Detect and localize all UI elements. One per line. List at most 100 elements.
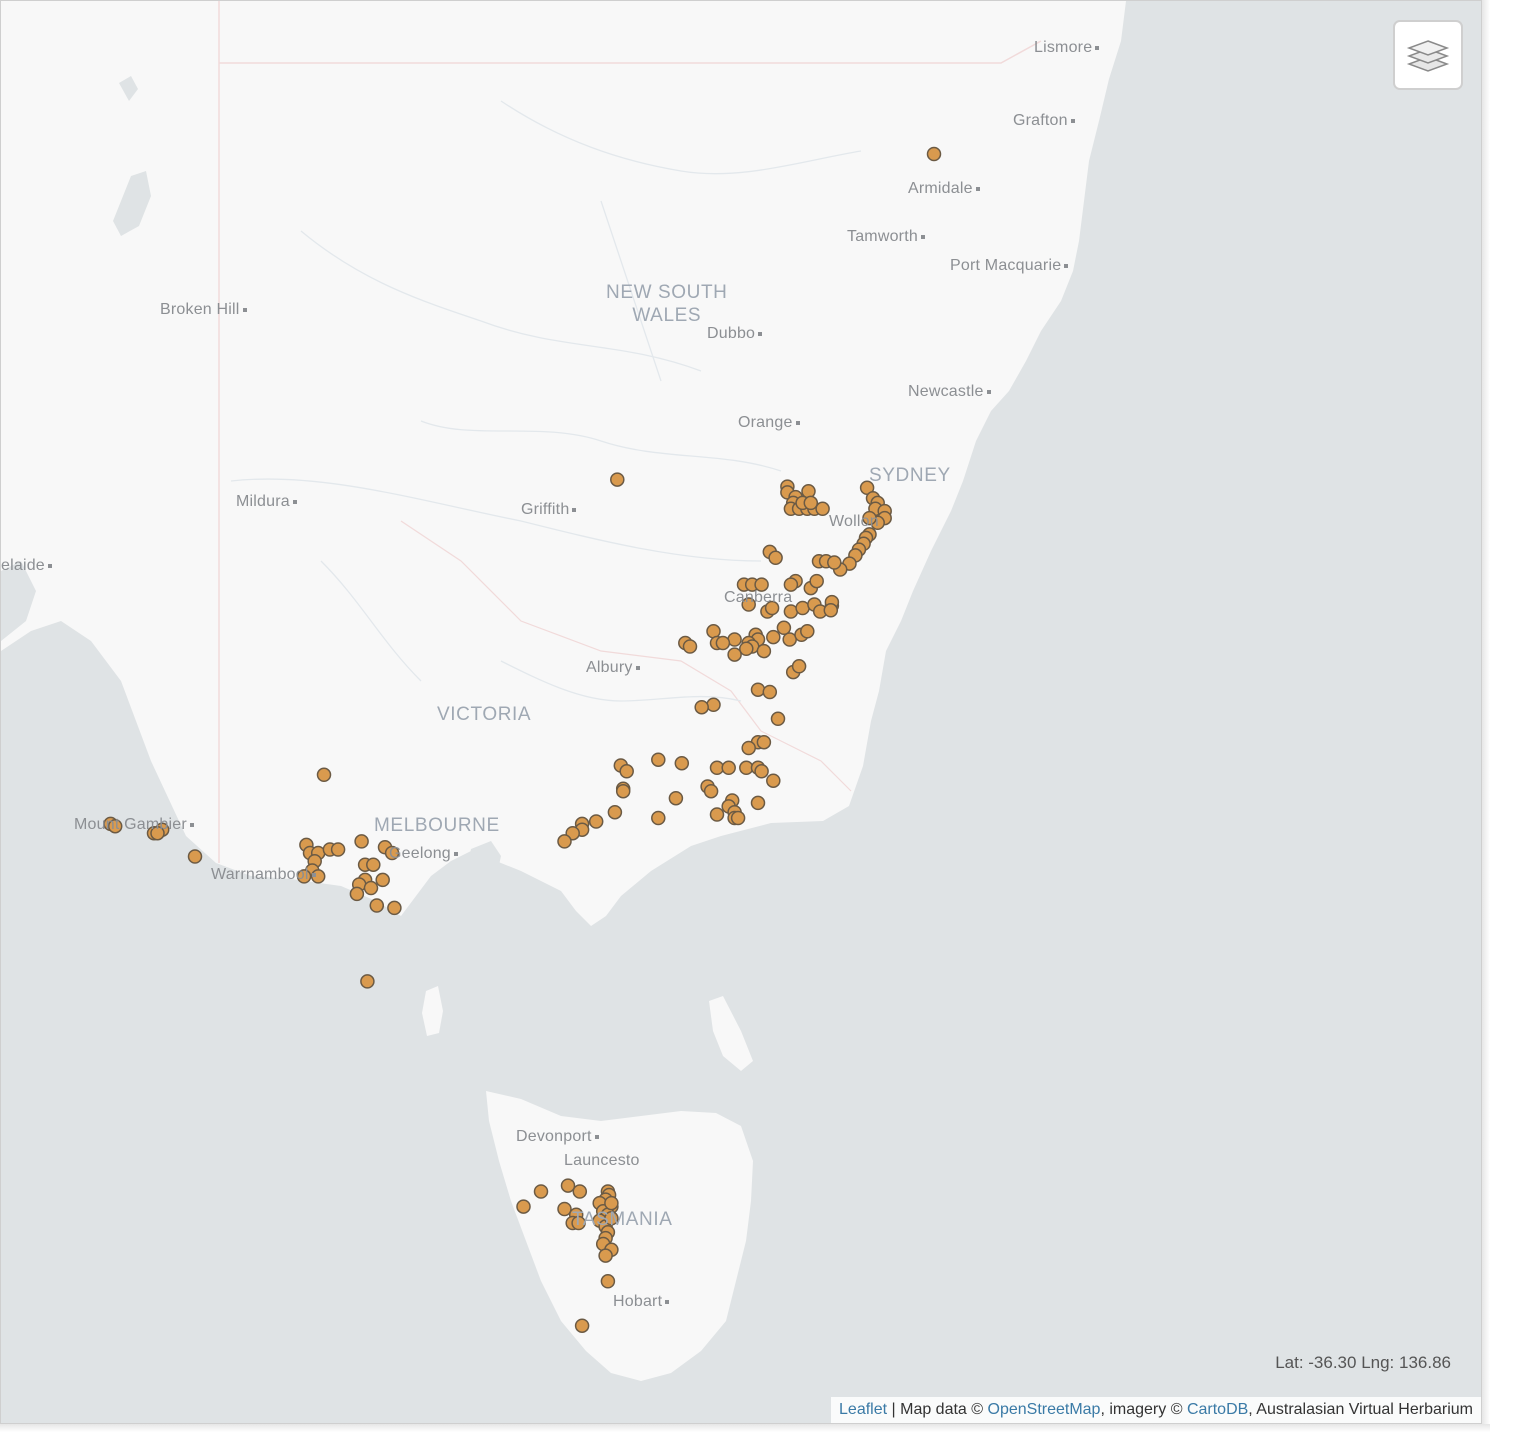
basemap[interactable] [1, 1, 1482, 1424]
place-name: Warrnambool [211, 866, 309, 883]
occurrence-marker[interactable] [516, 1199, 531, 1214]
occurrence-marker[interactable] [795, 600, 810, 616]
occurrence-marker[interactable] [682, 639, 698, 654]
occurrence-marker[interactable] [709, 807, 725, 822]
occurrence-marker[interactable] [768, 550, 783, 566]
place-label-grafton: Grafton [1013, 112, 1075, 130]
occurrence-marker[interactable] [827, 555, 842, 570]
occurrence-marker[interactable] [668, 790, 684, 806]
occurrence-marker[interactable] [703, 783, 719, 799]
occurrence-marker[interactable] [330, 842, 346, 857]
place-label-broken-hill: Broken Hill [160, 301, 247, 319]
occurrence-marker[interactable] [607, 804, 623, 820]
place-label-port-macquarie: Port Macquarie [950, 257, 1069, 275]
place-name: Dubbo [707, 325, 756, 342]
place-label-wollongong: Wollon [829, 513, 879, 531]
occurrence-marker[interactable] [756, 643, 772, 659]
place-name: Grafton [1013, 112, 1068, 129]
cartodb-link[interactable]: CartoDB [1187, 1401, 1248, 1418]
occurrence-marker[interactable] [750, 795, 766, 811]
place-label-lismore: Lismore [1034, 39, 1100, 57]
occurrence-marker[interactable] [375, 872, 390, 888]
occurrence-marker[interactable] [762, 684, 778, 700]
occurrence-marker[interactable] [610, 472, 625, 487]
occurrence-marker[interactable] [360, 974, 375, 989]
town-marker-icon [635, 665, 640, 670]
place-name: Griffith [521, 501, 570, 518]
region-label-nsw: NEW SOUTH WALES [606, 282, 728, 326]
occurrence-marker[interactable] [619, 764, 634, 779]
map-container[interactable]: Lismore Grafton Armidale Tamworth Port Macqu… [0, 0, 1482, 1424]
occurrence-marker[interactable] [803, 495, 819, 511]
occurrence-marker[interactable] [651, 810, 666, 826]
place-name: Lismore [1034, 39, 1093, 56]
place-label-canberra: Canberra [724, 589, 792, 607]
occurrence-marker[interactable] [766, 773, 781, 788]
place-label-mildura: Mildura [236, 493, 297, 511]
occurrence-marker[interactable] [741, 740, 756, 756]
occurrence-marker[interactable] [766, 629, 781, 645]
occurrence-marker[interactable] [598, 1248, 613, 1263]
occurrence-marker[interactable] [363, 880, 379, 896]
occurrence-marker[interactable] [572, 1184, 588, 1199]
occurrence-marker[interactable] [354, 834, 369, 849]
layers-control-button[interactable] [1393, 20, 1463, 90]
leaflet-link[interactable]: Leaflet [839, 1401, 887, 1418]
occurrence-marker[interactable] [187, 849, 203, 864]
occurrence-marker[interactable] [533, 1184, 549, 1199]
occurrence-marker[interactable] [369, 898, 385, 913]
occurrence-marker[interactable] [815, 501, 830, 517]
occurrence-marker[interactable] [800, 624, 815, 639]
occurrence-marker[interactable] [674, 755, 690, 771]
occurrence-marker[interactable] [651, 752, 666, 767]
place-name: Newcastle [908, 383, 984, 400]
occurrence-marker[interactable] [615, 783, 631, 799]
place-label-albury: Albury [586, 659, 640, 677]
occurrence-marker[interactable] [782, 632, 797, 647]
place-label-launceston: Launcesto [564, 1152, 640, 1170]
town-marker-icon [594, 1134, 599, 1139]
occurrence-marker[interactable] [739, 641, 754, 657]
occurrence-marker[interactable] [600, 1274, 616, 1289]
occurrence-marker[interactable] [588, 814, 604, 829]
occurrence-marker[interactable] [366, 857, 381, 872]
place-label-dubbo: Dubbo [707, 325, 763, 343]
occurrence-marker[interactable] [560, 1178, 576, 1193]
occurrence-marker[interactable] [770, 711, 786, 727]
occurrence-marker[interactable] [756, 734, 772, 750]
place-label-geelong: Geelong [389, 845, 458, 863]
place-name: Devonport [516, 1128, 592, 1145]
place-label-adelaide: elaide [1, 557, 52, 575]
occurrence-marker[interactable] [823, 603, 839, 618]
occurrence-marker[interactable] [349, 886, 365, 902]
occurrence-marker[interactable] [791, 659, 807, 674]
town-marker-icon [975, 186, 980, 191]
occurrence-marker[interactable] [809, 573, 824, 589]
openstreetmap-link[interactable]: OpenStreetMap [988, 1401, 1101, 1418]
layers-icon [1406, 40, 1450, 72]
occurrence-marker[interactable] [574, 1318, 590, 1333]
occurrence-marker[interactable] [715, 635, 731, 651]
occurrence-marker[interactable] [316, 767, 332, 783]
occurrence-marker[interactable] [926, 146, 942, 162]
town-marker-icon [986, 389, 991, 394]
panel-edge [1482, 0, 1490, 1430]
occurrence-marker[interactable] [694, 699, 709, 715]
king-island [422, 986, 443, 1036]
place-label-hobart: Hobart [613, 1293, 670, 1311]
occurrence-marker[interactable] [750, 682, 766, 697]
occurrence-marker[interactable] [776, 620, 792, 636]
occurrence-marker[interactable] [706, 697, 721, 713]
occurrence-marker[interactable] [557, 834, 572, 849]
occurrence-marker[interactable] [557, 1201, 572, 1217]
flinders-island [709, 996, 753, 1071]
occurrence-marker[interactable] [721, 760, 736, 776]
coordinate-readout: Lat: -36.30 Lng: 136.86 [1275, 1353, 1451, 1372]
occurrence-marker[interactable] [387, 900, 402, 916]
occurrence-marker[interactable] [754, 764, 769, 779]
occurrence-marker[interactable] [727, 647, 742, 662]
town-marker-icon [242, 307, 247, 312]
occurrence-marker[interactable] [730, 810, 746, 826]
place-label-mount-gambier: Mount Gambier [74, 816, 194, 834]
place-label-warrnambool: Warrnambool [211, 866, 316, 884]
